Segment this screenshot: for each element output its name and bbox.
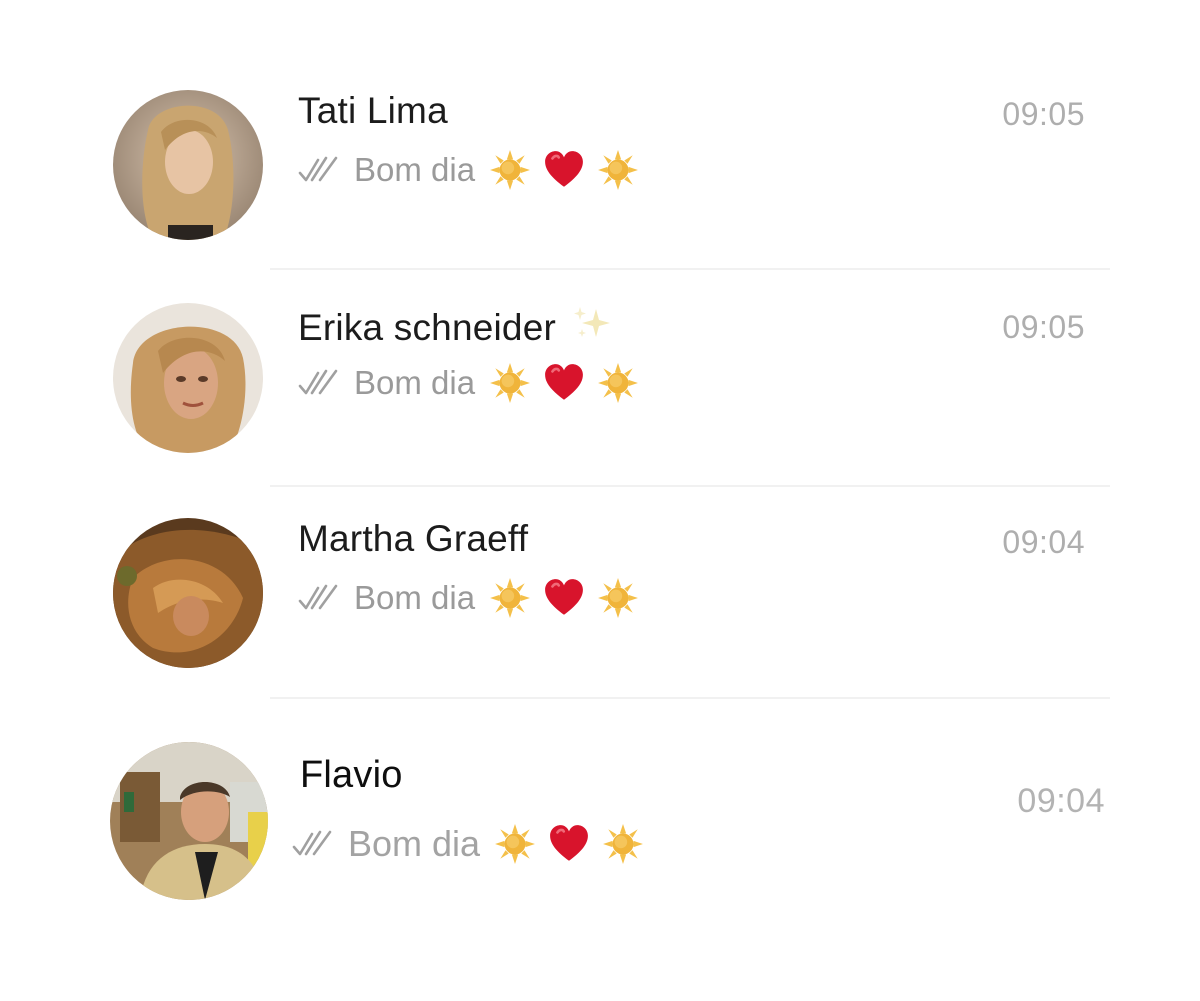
preview-text: Bom dia [354, 579, 476, 616]
chat-row-martha-graeff[interactable]: Martha Graeff Bom dia 09:04 [95, 490, 1110, 690]
sparkles-icon [574, 307, 611, 337]
divider [270, 485, 1110, 487]
double-check-icon [298, 368, 342, 398]
sun-icon [489, 149, 531, 191]
red-heart-icon [543, 362, 585, 404]
preview-text: Bom dia [354, 364, 476, 401]
message-preview: Bom dia [298, 148, 651, 192]
contact-name: Martha Graeff [298, 518, 529, 559]
avatar[interactable] [113, 90, 263, 240]
timestamp: 09:05 [1002, 309, 1085, 345]
sun-icon [489, 577, 531, 619]
chat-list: Tati Lima Bom dia 09:05 Erika schneider [0, 0, 1200, 1001]
chat-row-flavio[interactable]: Flavio Bom dia 09:04 [100, 722, 1115, 922]
sun-icon [494, 823, 536, 865]
contact-name: Erika schneider [298, 303, 614, 349]
contact-name: Tati Lima [298, 90, 448, 131]
divider [270, 268, 1110, 270]
message-preview: Bom dia [298, 576, 651, 620]
message-preview: Bom dia [298, 361, 651, 405]
double-check-icon [292, 829, 336, 859]
chat-row-erika-schneider[interactable]: Erika schneider Bom dia 09:05 [95, 275, 1110, 475]
divider [270, 697, 1110, 699]
double-check-icon [298, 155, 342, 185]
chat-row-tati-lima[interactable]: Tati Lima Bom dia 09:05 [95, 62, 1110, 262]
double-check-icon [298, 583, 342, 613]
red-heart-icon [543, 149, 585, 191]
red-heart-icon [543, 577, 585, 619]
preview-text: Bom dia [348, 823, 481, 864]
avatar[interactable] [113, 518, 263, 668]
sun-icon [597, 577, 639, 619]
preview-text: Bom dia [354, 151, 476, 188]
red-heart-icon [548, 823, 590, 865]
contact-name-text: Erika schneider [298, 307, 557, 348]
timestamp: 09:04 [1002, 524, 1085, 560]
sun-icon [602, 823, 644, 865]
message-preview: Bom dia [292, 822, 656, 866]
sun-icon [597, 362, 639, 404]
avatar[interactable] [113, 303, 263, 453]
contact-name: Flavio [300, 754, 403, 796]
timestamp: 09:05 [1002, 96, 1085, 132]
timestamp: 09:04 [1017, 782, 1105, 820]
sun-icon [489, 362, 531, 404]
sun-icon [597, 149, 639, 191]
avatar[interactable] [110, 742, 268, 900]
